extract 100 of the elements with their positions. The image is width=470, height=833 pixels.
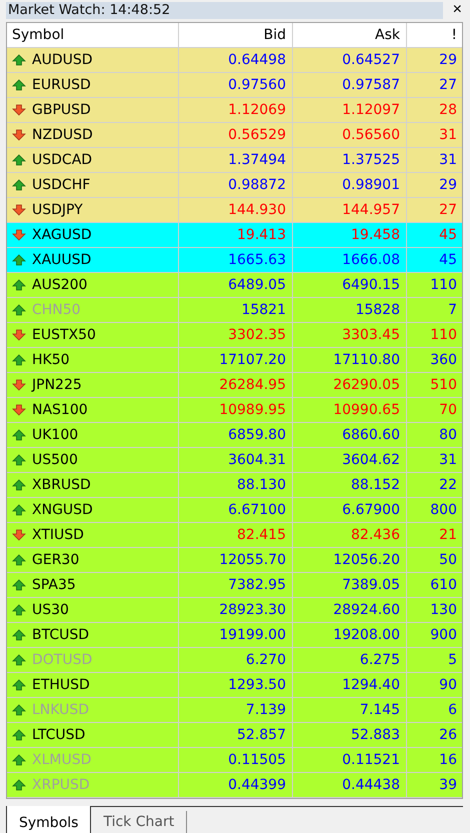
bid-price: 6.270: [179, 648, 293, 672]
table-row[interactable]: US500 3604.31 3604.62 31: [7, 448, 462, 473]
symbol-name: USDJPY: [32, 202, 83, 218]
ask-price: 19.458: [293, 223, 407, 247]
table-row[interactable]: USDCAD 1.37494 1.37525 31: [7, 148, 462, 173]
spread-value: 31: [438, 151, 458, 170]
symbol-name: US30: [32, 602, 69, 618]
symbol-name: XRPUSD: [32, 777, 90, 793]
down-arrow-icon: [12, 229, 26, 241]
spread-value: 45: [438, 251, 458, 270]
ask-price: 1666.08: [293, 248, 407, 272]
spread-value: 50: [438, 551, 458, 570]
spread-value: 110: [429, 326, 458, 345]
table-row[interactable]: BTCUSD 19199.00 19208.00 900: [7, 623, 462, 648]
table-row[interactable]: XAGUSD 19.413 19.458 45: [7, 223, 462, 248]
ask-price: 6490.15: [293, 273, 407, 297]
ask-price: 3303.45: [293, 323, 407, 347]
table-row[interactable]: LTCUSD 52.857 52.883 26: [7, 723, 462, 748]
up-arrow-icon: [12, 504, 26, 516]
table-row[interactable]: NZDUSD 0.56529 0.56560 31: [7, 123, 462, 148]
spread-value: 16: [438, 751, 458, 770]
up-arrow-icon: [12, 254, 26, 266]
ask-price: 1.12097: [293, 98, 407, 122]
symbol-name: HK50: [32, 352, 70, 368]
table-row[interactable]: XNGUSD 6.67100 6.67900 800: [7, 498, 462, 523]
symbol-name: LNKUSD: [32, 702, 89, 718]
table-row[interactable]: XAUUSD 1665.63 1666.08 45: [7, 248, 462, 273]
spread-value: 510: [429, 376, 458, 395]
bid-price: 1.12069: [179, 98, 293, 122]
ask-price: 28924.60: [293, 598, 407, 622]
spread-value: 28: [438, 101, 458, 120]
table-row[interactable]: XBRUSD 88.130 88.152 22: [7, 473, 462, 498]
ask-price: 0.98901: [293, 173, 407, 197]
column-header[interactable]: Symbol: [7, 23, 179, 47]
spread-value: 7: [447, 301, 458, 320]
table-row[interactable]: GBPUSD 1.12069 1.12097 28: [7, 98, 462, 123]
ask-price: 144.957: [293, 198, 407, 222]
symbol-name: SPA35: [32, 577, 76, 593]
table-row[interactable]: UK100 6859.80 6860.60 80: [7, 423, 462, 448]
spread-value: 31: [438, 451, 458, 470]
bid-price: 28923.30: [179, 598, 293, 622]
table-row[interactable]: SPA35 7382.95 7389.05 610: [7, 573, 462, 598]
bid-price: 3604.31: [179, 448, 293, 472]
spread-value: 900: [429, 626, 458, 645]
bid-price: 6859.80: [179, 423, 293, 447]
ask-price: 17110.80: [293, 348, 407, 372]
tab[interactable]: Symbols: [6, 806, 92, 833]
spread-value: 6: [447, 701, 458, 720]
up-arrow-icon: [12, 354, 26, 366]
close-button[interactable]: ×: [448, 2, 466, 18]
bid-price: 6.67100: [179, 498, 293, 522]
ask-price: 52.883: [293, 723, 407, 747]
spread-value: 27: [438, 76, 458, 95]
column-header[interactable]: Bid: [179, 23, 293, 47]
tab[interactable]: Tick Chart: [91, 811, 188, 833]
table-row[interactable]: EURUSD 0.97560 0.97587 27: [7, 73, 462, 98]
symbol-name: LTCUSD: [32, 727, 86, 743]
table-row[interactable]: AUS200 6489.05 6490.15 110: [7, 273, 462, 298]
symbol-name: XNGUSD: [32, 502, 93, 518]
column-header[interactable]: !: [407, 23, 463, 47]
table-row[interactable]: USDCHF 0.98872 0.98901 29: [7, 173, 462, 198]
bid-price: 1665.63: [179, 248, 293, 272]
column-header[interactable]: Ask: [293, 23, 407, 47]
ask-price: 1294.40: [293, 673, 407, 697]
bid-price: 0.64498: [179, 48, 293, 72]
table-row[interactable]: JPN225 26284.95 26290.05 510: [7, 373, 462, 398]
table-row[interactable]: XTIUSD 82.415 82.436 21: [7, 523, 462, 548]
spread-value: 29: [438, 51, 458, 70]
table-row[interactable]: GER30 12055.70 12056.20 50: [7, 548, 462, 573]
symbol-name: XBRUSD: [32, 477, 91, 493]
spread-value: 110: [429, 276, 458, 295]
window-title: Market Watch: 14:48:52: [6, 2, 443, 18]
bid-price: 26284.95: [179, 373, 293, 397]
table-row[interactable]: ETHUSD 1293.50 1294.40 90: [7, 673, 462, 698]
table-row[interactable]: US30 28923.30 28924.60 130: [7, 598, 462, 623]
table-row[interactable]: EUSTX50 3302.35 3303.45 110: [7, 323, 462, 348]
up-arrow-icon: [12, 754, 26, 766]
ask-price: 3604.62: [293, 448, 407, 472]
up-arrow-icon: [12, 54, 26, 66]
table-row[interactable]: HK50 17107.20 17110.80 360: [7, 348, 462, 373]
ask-price: 12056.20: [293, 548, 407, 572]
bid-price: 12055.70: [179, 548, 293, 572]
bid-price: 7.139: [179, 698, 293, 722]
symbol-name: AUS200: [32, 277, 88, 293]
bid-price: 19199.00: [179, 623, 293, 647]
bid-price: 7382.95: [179, 573, 293, 597]
bid-price: 19.413: [179, 223, 293, 247]
symbol-name: DOTUSD: [32, 652, 92, 668]
ask-price: 0.11521: [293, 748, 407, 772]
bid-price: 0.44399: [179, 773, 293, 797]
table-row[interactable]: USDJPY 144.930 144.957 27: [7, 198, 462, 223]
table-row[interactable]: AUDUSD 0.64498 0.64527 29: [7, 48, 462, 73]
symbol-name: XAGUSD: [32, 227, 92, 243]
bid-price: 0.98872: [179, 173, 293, 197]
spread-value: 130: [429, 601, 458, 620]
table-row[interactable]: NAS100 10989.95 10990.65 70: [7, 398, 462, 423]
ask-price: 0.64527: [293, 48, 407, 72]
bid-price: 52.857: [179, 723, 293, 747]
symbol-name: XTIUSD: [32, 527, 84, 543]
symbol-name: EUSTX50: [32, 327, 96, 343]
